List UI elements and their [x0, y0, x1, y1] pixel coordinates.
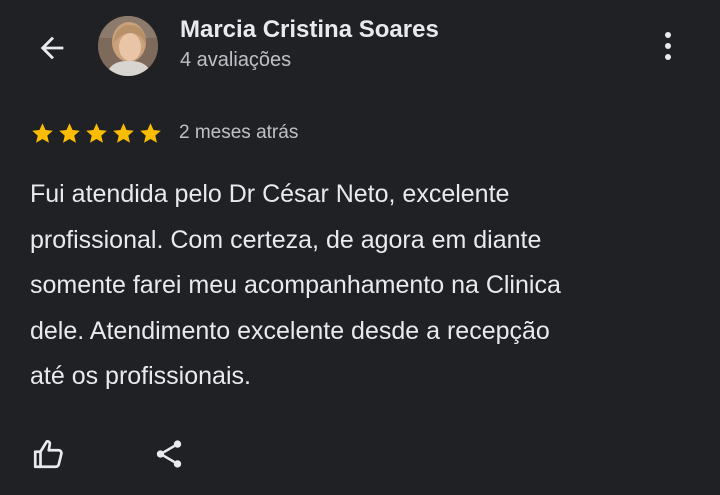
share-button[interactable]	[149, 434, 189, 474]
thumb-up-icon	[33, 439, 63, 469]
avatar[interactable]	[98, 16, 158, 76]
like-button[interactable]	[28, 434, 68, 474]
review-text-line: somente farei meu acompanhamento na Clin…	[30, 271, 561, 299]
more-vert-icon-dot	[665, 43, 671, 49]
review-text-line: dele. Atendimento excelente desde a rece…	[30, 316, 550, 345]
back-button[interactable]	[30, 26, 74, 70]
more-vert-icon-dot	[665, 32, 671, 38]
more-vert-icon-dot	[665, 54, 671, 60]
star-icon	[86, 122, 107, 143]
review-date: 2 meses atrás	[179, 122, 299, 143]
review-text-line: Fui atendida pelo Dr César Neto, excelen…	[30, 180, 510, 208]
review-text: Fui atendida pelo Dr César Neto, excelen…	[30, 172, 690, 400]
reviewer-name[interactable]: Marcia Cristina Soares	[180, 16, 439, 44]
share-icon	[156, 440, 182, 468]
rating-row: 2 meses atrás	[30, 120, 298, 146]
more-options-button[interactable]	[650, 26, 686, 66]
star-icon	[113, 122, 134, 143]
review-text-line: profissional. Com certeza, de agora em d…	[30, 225, 542, 254]
review-count: 4 avaliações	[180, 49, 292, 71]
star-rating	[30, 121, 163, 146]
star-icon	[140, 122, 161, 143]
arrow-back-icon	[40, 36, 64, 60]
review-text-line: até os profissionais.	[30, 362, 251, 390]
star-icon	[59, 122, 80, 143]
star-icon	[32, 122, 53, 143]
avatar-photo	[98, 16, 158, 76]
